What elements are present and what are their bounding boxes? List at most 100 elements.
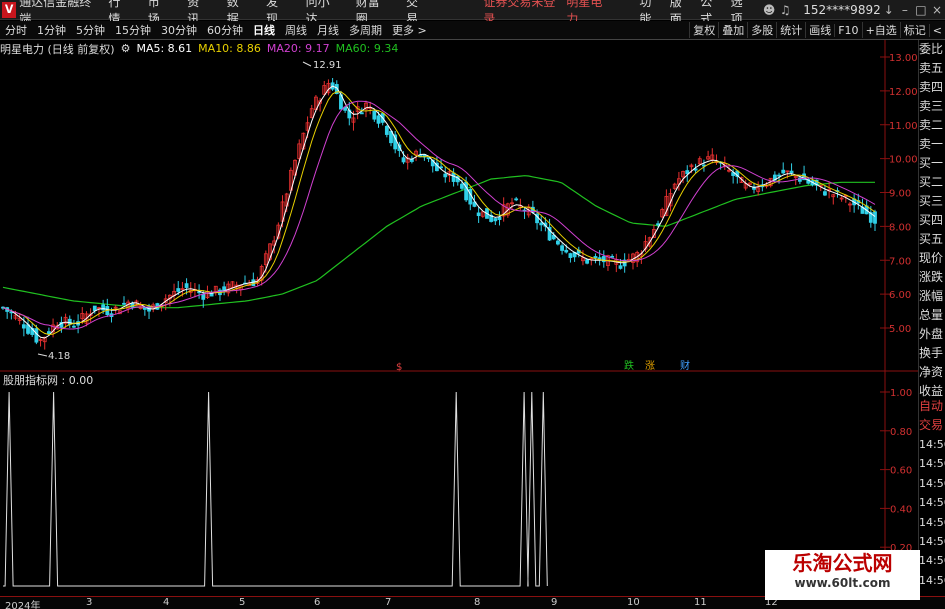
- app-logo-icon: ᐯ: [2, 1, 17, 18]
- settings-icon[interactable]: ⚙: [121, 42, 131, 55]
- date-axis-label: 9: [551, 597, 558, 608]
- indicator-tick-label: 0.60: [890, 466, 912, 477]
- s-marker: $: [396, 362, 402, 372]
- quote-field-label: 买二: [919, 175, 944, 189]
- max-price-label: 12.91: [313, 60, 342, 71]
- candle-body: [823, 191, 827, 196]
- period-daily[interactable]: 日线: [248, 22, 280, 38]
- price-tick-label: 5.00: [889, 324, 911, 335]
- user-account[interactable]: 152****9892: [803, 3, 880, 17]
- candle-body: [789, 170, 794, 174]
- tool-multi-stock[interactable]: 多股: [747, 22, 776, 38]
- period-multi[interactable]: 多周期: [344, 22, 387, 38]
- period-tick[interactable]: 分时: [0, 22, 32, 38]
- candle-body: [359, 112, 364, 115]
- candle-body: [685, 170, 690, 175]
- quote-field-label: 委比: [919, 42, 944, 56]
- price-tick-label: 13.00: [889, 53, 918, 64]
- period-5min[interactable]: 5分钟: [71, 22, 110, 38]
- ma10-label: MA10: 8.86: [198, 42, 261, 55]
- candle-body: [618, 265, 623, 269]
- date-axis-label: 4: [163, 597, 170, 608]
- tool-mark[interactable]: 标记: [899, 22, 929, 38]
- candle-body: [777, 174, 781, 177]
- indicator-title: 股朋指标网 : 0.00: [3, 373, 93, 387]
- quote-field-label: 买四: [919, 213, 944, 227]
- indicator-tick-label: 1.00: [890, 388, 912, 399]
- date-axis-label: 2024年: [5, 601, 41, 609]
- tool-draw[interactable]: 画线: [805, 22, 834, 38]
- quote-field-label: 卖五: [919, 61, 944, 75]
- candle-body: [564, 249, 569, 253]
- period-1min[interactable]: 1分钟: [32, 22, 71, 38]
- price-tick-label: 12.00: [889, 87, 918, 98]
- period-more[interactable]: 更多 >: [387, 22, 432, 38]
- candle-body: [443, 173, 448, 178]
- minimize-icon[interactable]: –: [897, 3, 913, 17]
- trade-time: 14:56: [919, 573, 945, 587]
- candle-body: [376, 115, 381, 124]
- price-tick-label: 10.00: [889, 155, 918, 166]
- date-axis-label: 7: [385, 597, 392, 608]
- tool-collapse[interactable]: <: [928, 23, 945, 37]
- period-monthly[interactable]: 月线: [312, 22, 344, 38]
- user-icon[interactable]: ☻: [761, 3, 777, 17]
- indicator-tick-label: 0.40: [890, 504, 912, 515]
- price-tick-label: 8.00: [889, 222, 911, 233]
- candle-body: [384, 125, 389, 135]
- min-price-label: 4.18: [48, 351, 70, 362]
- candle-body: [72, 325, 76, 328]
- maximize-icon[interactable]: □: [913, 3, 929, 17]
- tool-stats[interactable]: 统计: [776, 22, 805, 38]
- candle-body: [122, 302, 126, 305]
- event-rise-marker: 涨: [645, 360, 655, 372]
- tool-f10[interactable]: F10: [834, 23, 861, 37]
- period-weekly[interactable]: 周线: [280, 22, 312, 38]
- candle-body: [493, 218, 498, 222]
- candle-body: [539, 222, 544, 226]
- ma20-label: MA20: 9.17: [266, 42, 330, 55]
- trade-time: 14:56: [919, 476, 945, 490]
- watermark-url: www.60lt.com: [794, 576, 891, 590]
- quote-field-label: 买三: [919, 194, 944, 208]
- candle-body: [556, 240, 560, 245]
- restore-icon[interactable]: ↓: [881, 3, 897, 17]
- period-60min[interactable]: 60分钟: [202, 22, 248, 38]
- quote-field-label: 总量: [919, 308, 944, 322]
- trade-time: 14:56: [919, 496, 945, 510]
- price-chart[interactable]: 13.00 12.00 11.00 10.00 9.00 8.00 7.00 6.00 5.00…: [0, 40, 918, 372]
- candle-body: [460, 183, 464, 189]
- price-tick-label: 9.00: [889, 189, 911, 200]
- quote-field-label: 卖四: [919, 80, 944, 94]
- quote-field-label: 卖二: [919, 118, 944, 132]
- date-axis-label: 3: [86, 597, 93, 608]
- candle-body: [372, 110, 377, 120]
- tool-adjust[interactable]: 复权: [689, 22, 718, 38]
- trade-time: 14:56: [919, 457, 945, 471]
- period-30min[interactable]: 30分钟: [156, 22, 202, 38]
- quote-field-label[interactable]: 自动: [919, 397, 945, 416]
- price-tick-label: 6.00: [889, 290, 911, 301]
- close-icon[interactable]: ×: [929, 3, 945, 17]
- chart-info-line: 明星电力 (日线 前复权) ⚙ MA5: 8.61 MA10: 8.86 MA2…: [0, 41, 404, 56]
- tool-add-watchlist[interactable]: +自选: [861, 22, 900, 38]
- ma5-label: MA5: 8.61: [136, 42, 193, 55]
- tool-overlay[interactable]: 叠加: [718, 22, 747, 38]
- title-bar: ᐯ 通达信金融终端 行情 市场 资讯 数据 发现 问小达 财富圈 交易 证券交易…: [0, 0, 945, 26]
- period-15min[interactable]: 15分钟: [110, 22, 156, 38]
- price-tick-label: 11.00: [889, 121, 918, 132]
- quote-field-label: 换手: [919, 346, 944, 360]
- trade-time: 14:56: [919, 515, 945, 529]
- date-axis-label: 5: [239, 597, 246, 608]
- price-tick-label: 7.00: [889, 256, 911, 267]
- candle-body: [514, 198, 519, 201]
- quote-field-label: 涨跌: [919, 270, 944, 284]
- watermark-title: 乐淘公式网: [792, 551, 893, 575]
- trade-time: 14:56: [919, 438, 945, 451]
- quote-field-label[interactable]: 交易: [919, 416, 945, 435]
- candle-body: [585, 259, 590, 264]
- candle-body: [46, 331, 51, 335]
- candle-body: [451, 172, 456, 182]
- candle-body: [560, 245, 564, 251]
- bell-icon[interactable]: ♫: [777, 3, 793, 17]
